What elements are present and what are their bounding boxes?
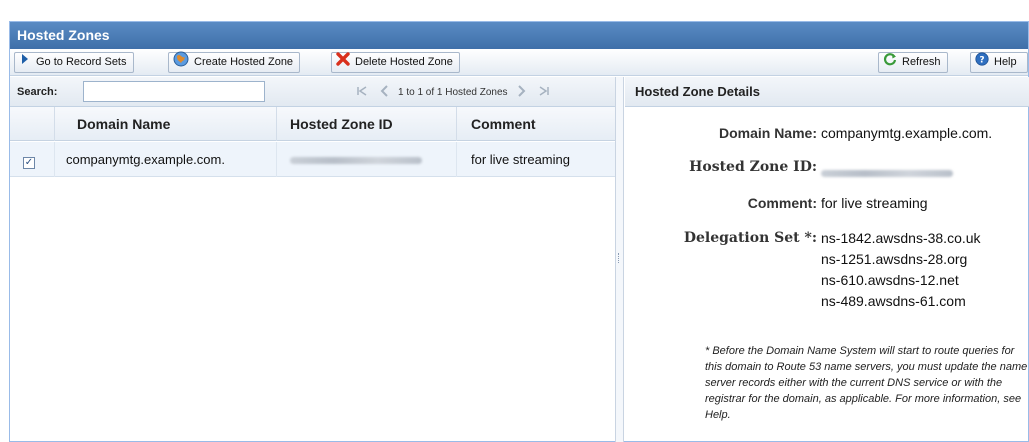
name-server-2: ns-1251.awsdns-28.org	[821, 251, 968, 267]
help-label: Help	[994, 56, 1017, 68]
refresh-icon	[883, 52, 897, 73]
svg-text:?: ?	[979, 56, 984, 66]
hosted-zone-id-cell	[277, 142, 457, 177]
next-page-icon[interactable]	[514, 84, 530, 100]
domain-name-cell: companymtg.example.com.	[55, 142, 277, 177]
delete-hosted-zone-label: Delete Hosted Zone	[355, 56, 453, 68]
splitter-grip[interactable]	[618, 253, 621, 263]
redacted-zone-id	[290, 157, 422, 165]
hosted-zone-details-panel: Hosted Zone Details Domain Name: company…	[625, 77, 1029, 442]
hosted-zone-id-value	[821, 164, 953, 180]
domain-name-value: companymtg.example.com.	[821, 125, 993, 141]
panel-splitter[interactable]	[616, 77, 624, 442]
name-server-1: ns-1842.awsdns-38.co.uk	[821, 230, 981, 246]
previous-page-icon[interactable]	[376, 84, 392, 100]
column-header-hosted-zone-id[interactable]: Hosted Zone ID	[277, 107, 457, 141]
refresh-label: Refresh	[902, 56, 941, 68]
details-title: Hosted Zone Details	[625, 77, 1029, 107]
go-to-record-sets-label: Go to Record Sets	[36, 56, 127, 68]
row-checkbox[interactable]: ✓	[23, 157, 35, 169]
comment-label: Comment:	[747, 195, 817, 211]
last-page-icon[interactable]	[536, 84, 552, 100]
search-bar: Search: 1 to 1 of 1 Hosted Zones	[10, 77, 615, 107]
help-button[interactable]: ? Help	[970, 52, 1028, 73]
search-label: Search:	[17, 86, 58, 98]
go-to-record-sets-button[interactable]: Go to Record Sets	[14, 52, 134, 73]
arrow-right-icon	[19, 53, 31, 72]
redacted-zone-id-detail	[821, 169, 953, 177]
delete-hosted-zone-button[interactable]: Delete Hosted Zone	[331, 52, 460, 73]
name-server-4: ns-489.awsdns-61.com	[821, 293, 966, 309]
globe-icon	[173, 51, 189, 74]
create-hosted-zone-label: Create Hosted Zone	[194, 56, 294, 68]
help-icon: ?	[975, 52, 989, 73]
delegation-set-label: Delegation Set *:	[683, 230, 817, 246]
hosted-zones-list: Search: 1 to 1 of 1 Hosted Zones Domain …	[10, 77, 616, 442]
panel-title: Hosted Zones	[10, 22, 1028, 49]
refresh-button[interactable]: Refresh	[878, 52, 948, 73]
domain-name-label: Domain Name:	[718, 125, 817, 141]
table-row[interactable]: ✓ companymtg.example.com. for live strea…	[10, 142, 615, 177]
column-header-comment[interactable]: Comment	[457, 107, 615, 141]
pager-text: 1 to 1 of 1 Hosted Zones	[398, 86, 508, 98]
delegation-footnote: * Before the Domain Name System will sta…	[705, 345, 1028, 421]
name-server-3: ns-610.awsdns-12.net	[821, 272, 959, 288]
first-page-icon[interactable]	[354, 84, 370, 100]
select-column-header[interactable]	[10, 107, 55, 141]
search-input[interactable]	[83, 81, 265, 102]
create-hosted-zone-button[interactable]: Create Hosted Zone	[168, 51, 301, 74]
toolbar: Go to Record Sets Create Hosted Zone Del…	[10, 49, 1028, 76]
delete-x-icon	[336, 52, 350, 73]
comment-value: for live streaming	[821, 195, 928, 211]
row-select-cell: ✓	[10, 142, 55, 177]
pager: 1 to 1 of 1 Hosted Zones	[354, 84, 552, 100]
comment-cell: for live streaming	[471, 152, 570, 167]
hosted-zones-panel: Hosted Zones Go to Record Sets Create Ho…	[9, 21, 1029, 442]
hosted-zone-id-label: Hosted Zone ID:	[689, 159, 817, 175]
grid-header: Domain Name Hosted Zone ID Comment	[10, 107, 615, 141]
column-header-domain-name[interactable]: Domain Name	[55, 107, 277, 141]
